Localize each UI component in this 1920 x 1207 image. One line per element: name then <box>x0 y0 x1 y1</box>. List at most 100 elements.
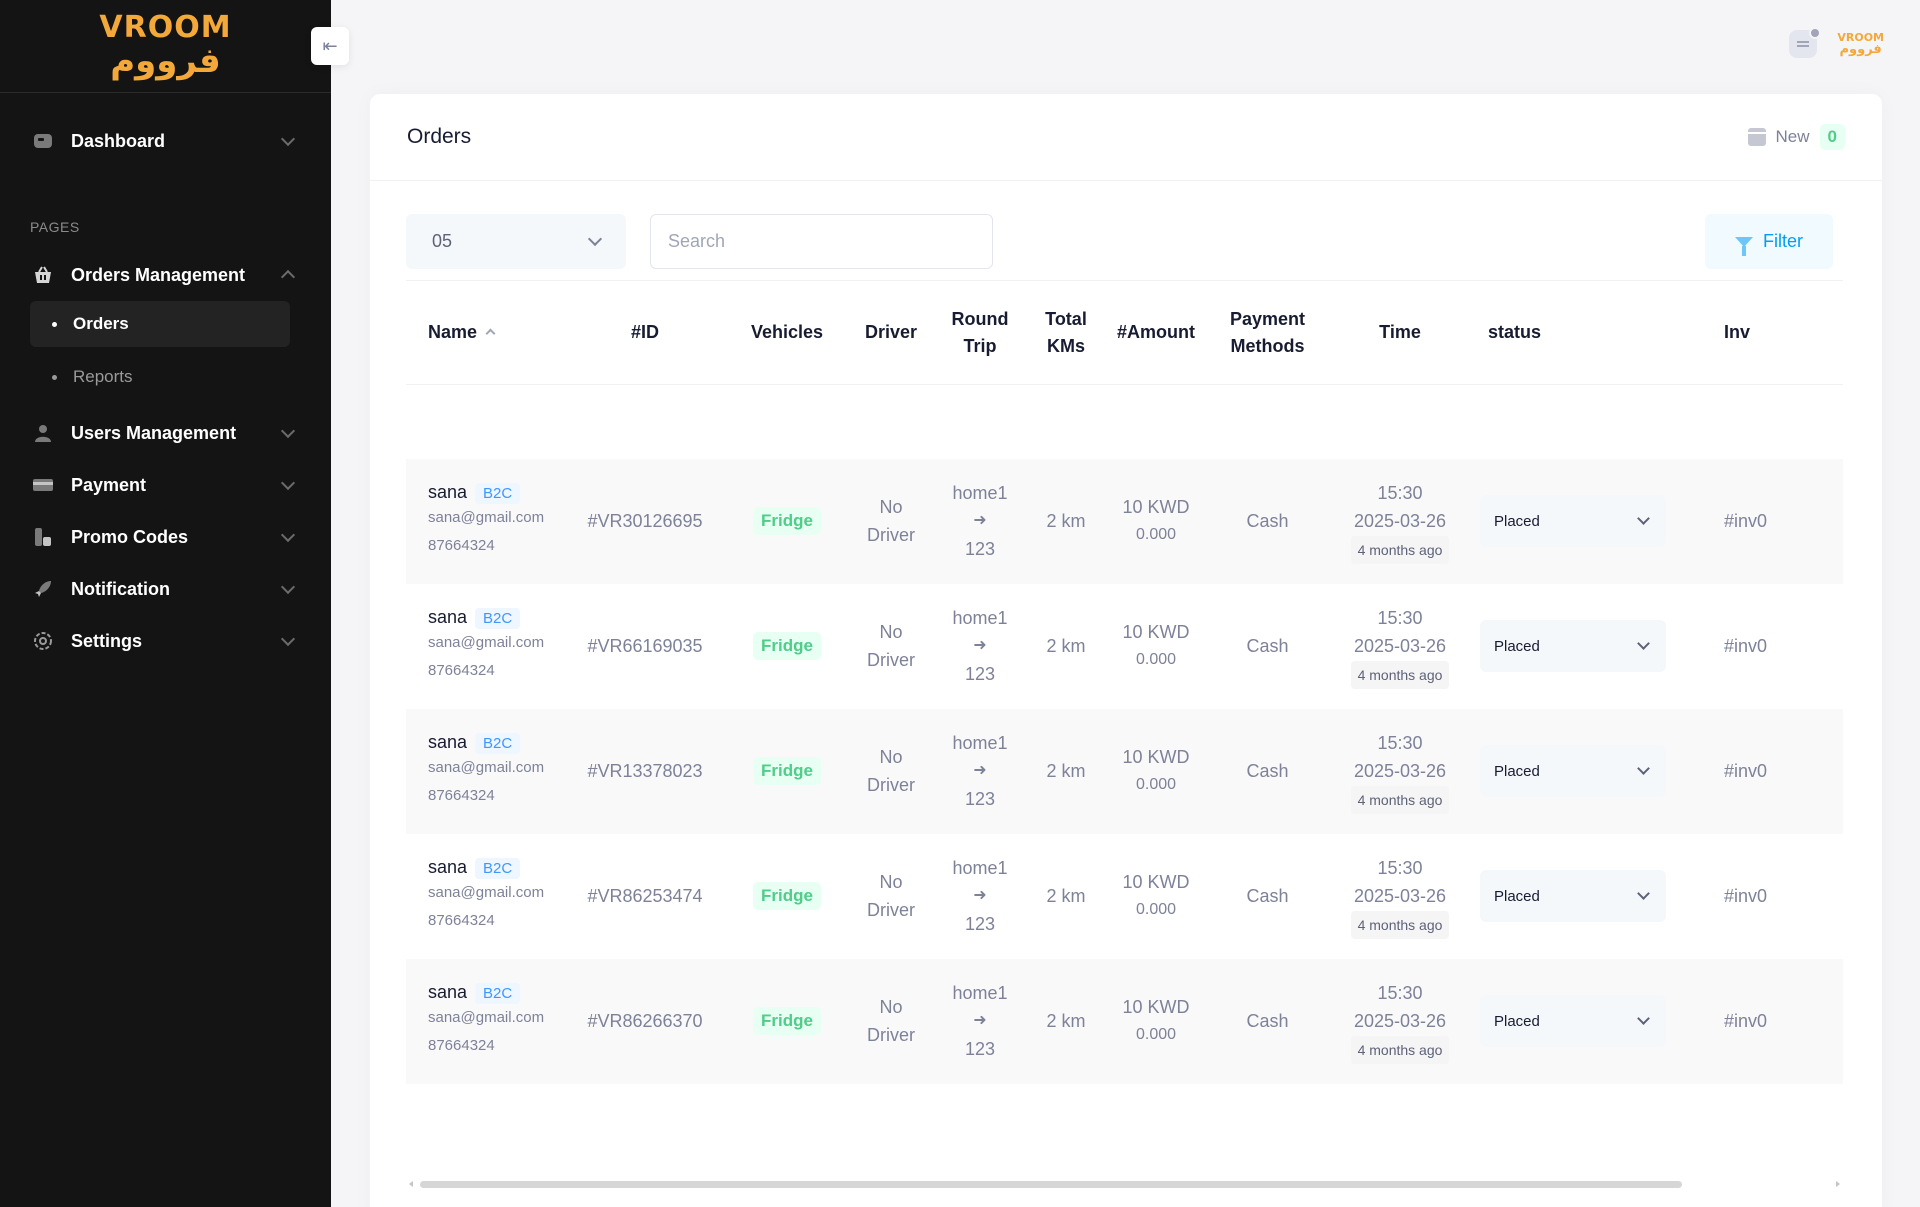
cell-driver: No Driver <box>847 834 935 959</box>
sidebar: VROOM فرووم Dashboard PAGES Orders Manag… <box>0 0 331 1207</box>
table-row[interactable]: sana B2C sana@gmail.com 87664324 #VR86266370… <box>406 958 1843 1084</box>
cell-invoice[interactable]: #inv0 <box>1694 584 1843 709</box>
column-header-driver[interactable]: Driver <box>847 280 935 385</box>
cell-driver: No Driver <box>847 959 935 1084</box>
status-value: Placed <box>1494 512 1540 530</box>
amount-sub: 0.000 <box>1135 776 1177 793</box>
customer-name: sana <box>428 607 468 627</box>
trip-to: 123 <box>964 914 996 934</box>
orders-table-container: Name #ID Vehicles Driver Round Trip Tota… <box>406 280 1843 1180</box>
status-value: Placed <box>1494 887 1540 905</box>
status-select[interactable]: Placed <box>1480 620 1666 672</box>
sidebar-item-users-management[interactable]: Users Management <box>0 407 331 459</box>
chevron-down-icon <box>280 579 296 595</box>
amount-sub: 0.000 <box>1135 901 1177 918</box>
cell-driver: No Driver <box>847 584 935 709</box>
sidebar-subitem-orders[interactable]: Orders <box>30 301 290 347</box>
new-count-badge: 0 <box>1819 124 1845 150</box>
sidebar-item-orders-management[interactable]: Orders Management <box>0 249 331 301</box>
cell-total-kms: 2 km <box>1046 635 1086 656</box>
trip-to: 123 <box>964 664 996 684</box>
relative-time-badge: 4 months ago <box>1350 1035 1450 1064</box>
page-size-select[interactable]: 05 <box>406 214 626 269</box>
order-date: 2025-03-26 <box>1353 760 1447 781</box>
trip-to: 123 <box>964 539 996 559</box>
sidebar-subitem-reports[interactable]: Reports <box>30 354 290 400</box>
cell-total-kms: 2 km <box>1046 1010 1086 1031</box>
cell-invoice[interactable]: #inv0 <box>1694 709 1843 834</box>
scroll-left-icon[interactable] <box>409 1181 413 1187</box>
column-header-vehicles[interactable]: Vehicles <box>727 280 847 385</box>
column-header-total-kms[interactable]: Total KMs <box>1025 280 1107 385</box>
cell-invoice[interactable]: #inv0 <box>1694 459 1843 584</box>
sidebar-item-settings[interactable]: Settings <box>0 615 331 667</box>
column-header-amount[interactable]: #Amount <box>1107 280 1205 385</box>
relative-time-badge: 4 months ago <box>1350 660 1450 689</box>
status-select[interactable]: Placed <box>1480 495 1666 547</box>
column-header-payment-methods[interactable]: Payment Methods <box>1205 280 1330 385</box>
amount-value: 10 KWD <box>1122 622 1190 642</box>
cell-invoice[interactable]: #inv0 <box>1694 834 1843 959</box>
cell-invoice[interactable]: #inv0 <box>1694 959 1843 1084</box>
chevron-down-icon <box>1637 512 1650 525</box>
column-header-round-trip[interactable]: Round Trip <box>935 280 1025 385</box>
cell-vehicle: Fridge <box>727 709 847 834</box>
orders-card: Orders New 0 05 Filter Name <box>370 94 1882 1207</box>
cell-order-id[interactable]: #VR86266370 <box>563 959 727 1084</box>
trip-from: home1 <box>952 483 1008 503</box>
sidebar-item-label: Dashboard <box>71 130 166 151</box>
brand-name-en: VROOM <box>99 10 232 45</box>
user-avatar[interactable] <box>1789 27 1822 58</box>
scrollbar-thumb[interactable] <box>420 1181 1682 1188</box>
cell-order-id[interactable]: #VR30126695 <box>563 459 727 584</box>
cell-customer: sana B2C sana@gmail.com 87664324 <box>406 584 563 709</box>
column-header-time[interactable]: Time <box>1330 280 1470 385</box>
cell-order-id[interactable]: #VR13378023 <box>563 709 727 834</box>
order-time: 15:30 <box>1377 607 1423 628</box>
table-row[interactable]: sana B2C sana@gmail.com 87664324 #VR13378023… <box>406 708 1843 834</box>
sidebar-item-payment[interactable]: Payment <box>0 459 331 511</box>
column-header-id[interactable]: #ID <box>563 280 727 385</box>
sidebar-item-dashboard[interactable]: Dashboard <box>0 115 331 167</box>
sidebar-item-promo-codes[interactable]: Promo Codes <box>0 511 331 563</box>
sidebar-item-notification[interactable]: Notification <box>0 563 331 615</box>
trip-from: home1 <box>952 608 1008 628</box>
customer-name: sana <box>428 857 468 877</box>
cell-vehicle: Fridge <box>727 834 847 959</box>
status-select[interactable]: Placed <box>1480 870 1666 922</box>
column-header-invoice[interactable]: Inv <box>1694 280 1843 385</box>
column-header-status[interactable]: status <box>1470 280 1694 385</box>
chevron-down-icon <box>280 631 296 647</box>
cell-vehicle: Fridge <box>727 584 847 709</box>
table-row[interactable]: sana B2C sana@gmail.com 87664324 #VR30126695… <box>406 458 1843 584</box>
search-input[interactable] <box>650 214 993 269</box>
arrow-right-icon: ➜ <box>973 637 987 654</box>
cell-payment-method: Cash <box>1246 885 1289 906</box>
cell-order-id[interactable]: #VR86253474 <box>563 834 727 959</box>
cell-customer: sana B2C sana@gmail.com 87664324 <box>406 834 563 959</box>
status-select[interactable]: Placed <box>1480 995 1666 1047</box>
sidebar-item-label: Orders Management <box>71 264 246 285</box>
scroll-right-icon[interactable] <box>1836 1181 1840 1187</box>
column-header-name[interactable]: Name <box>406 280 563 385</box>
customer-phone: 87664324 <box>428 787 495 804</box>
brand-logo[interactable]: VROOM فرووم <box>0 0 331 93</box>
filter-button[interactable]: Filter <box>1705 214 1833 269</box>
horizontal-scrollbar[interactable] <box>406 1180 1843 1188</box>
table-row[interactable]: sana B2C sana@gmail.com 87664324 #VR86253474… <box>406 834 1843 959</box>
orders-table: Name #ID Vehicles Driver Round Trip Tota… <box>406 280 1843 1084</box>
chevron-down-icon <box>1637 762 1650 775</box>
promo-icon <box>30 525 56 549</box>
cell-round-trip: home1 ➜ 123 <box>935 834 1025 959</box>
order-time: 15:30 <box>1377 982 1423 1003</box>
cell-time: 15:30 2025-03-26 4 months ago <box>1330 459 1470 584</box>
cell-order-id[interactable]: #VR66169035 <box>563 584 727 709</box>
table-row[interactable]: sana B2C sana@gmail.com 87664324 #VR66169035… <box>406 584 1843 709</box>
sidebar-collapse-button[interactable]: ⇤ <box>311 27 349 65</box>
vehicle-badge: Fridge <box>753 507 821 535</box>
driver-text: No Driver <box>867 747 915 795</box>
status-select[interactable]: Placed <box>1480 745 1666 797</box>
page-size-value: 05 <box>432 231 453 251</box>
amount-sub: 0.000 <box>1135 526 1177 543</box>
arrow-right-icon: ➜ <box>973 512 987 529</box>
